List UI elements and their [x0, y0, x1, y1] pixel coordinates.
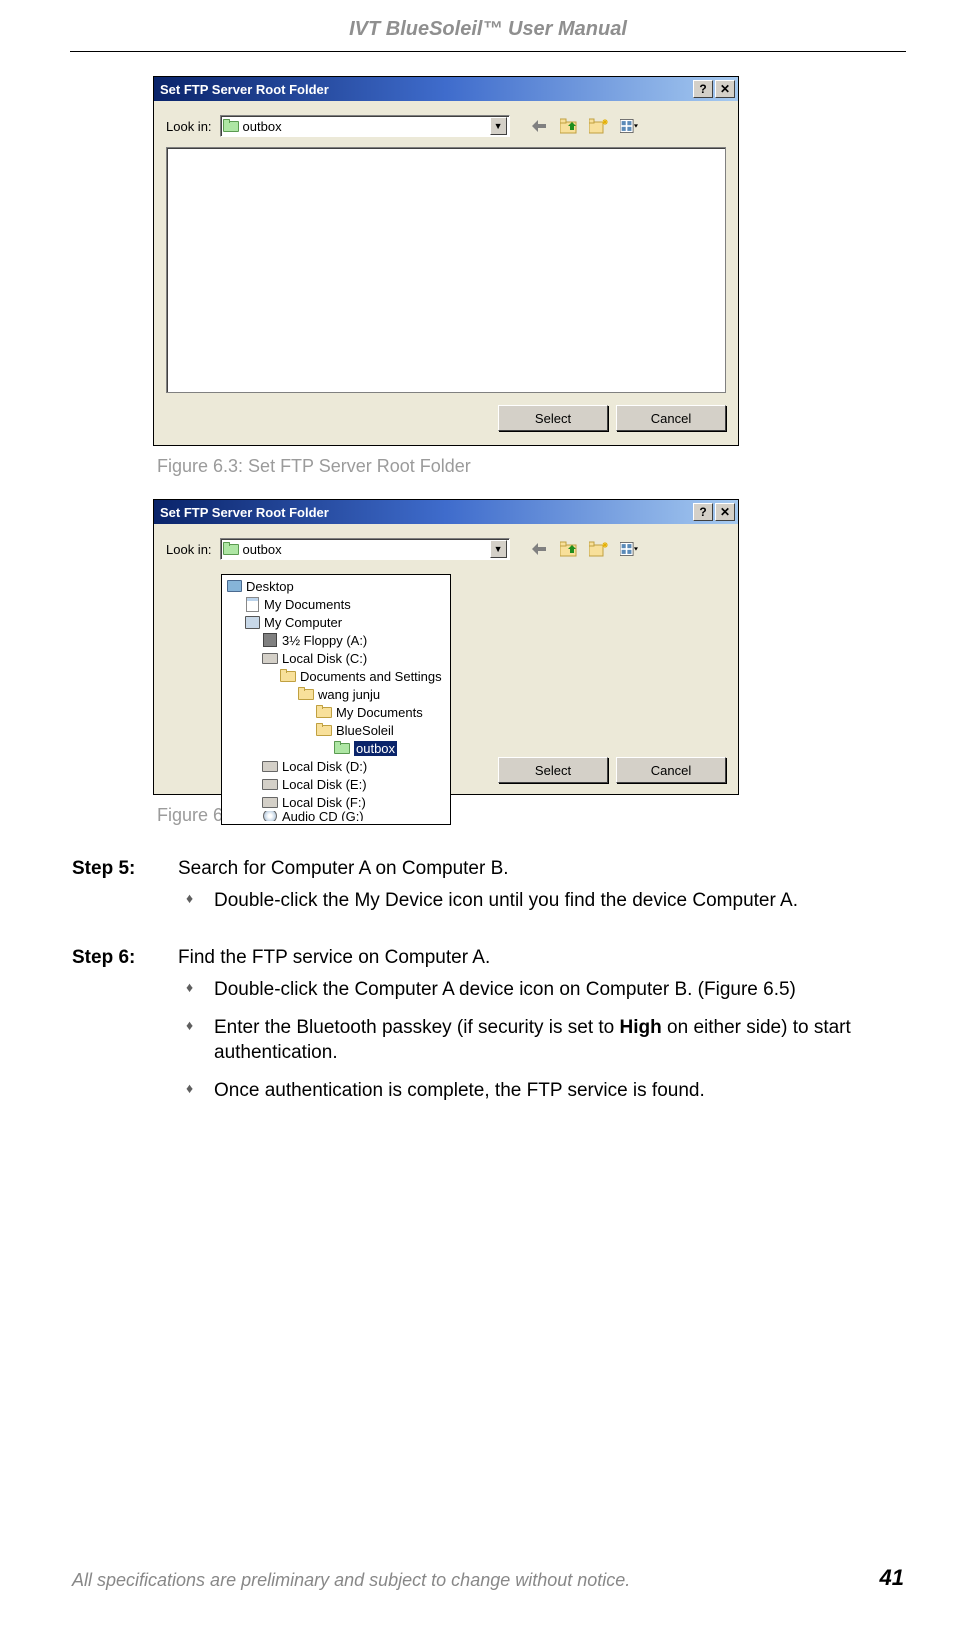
- tree-item-outbox[interactable]: outbox: [222, 739, 450, 757]
- figure-6-3-caption: Figure 6.3: Set FTP Server Root Folder: [157, 456, 976, 477]
- step-6-bullet-3: Once authentication is complete, the FTP…: [178, 1078, 904, 1104]
- cancel-button[interactable]: Cancel: [616, 405, 726, 431]
- new-folder-icon[interactable]: [588, 538, 610, 560]
- footer-text: All specifications are preliminary and s…: [72, 1570, 630, 1591]
- titlebar: Set FTP Server Root Folder ? ✕: [154, 77, 738, 101]
- step-5-bullet-1: Double-click the My Device icon until yo…: [178, 888, 904, 914]
- close-button[interactable]: ✕: [715, 80, 735, 98]
- step-5-text: Search for Computer A on Computer B.: [178, 856, 904, 882]
- view-menu-icon[interactable]: [618, 538, 640, 560]
- figure-6-4-dialog: Set FTP Server Root Folder ? ✕ Look in: …: [153, 499, 739, 795]
- step-5-label: Step 5:: [72, 856, 178, 941]
- cancel-button[interactable]: Cancel: [616, 757, 726, 783]
- tree-item-drive-c[interactable]: Local Disk (C:): [222, 649, 450, 667]
- folder-open-icon: [334, 741, 350, 755]
- tree-item-bluesoleil[interactable]: BlueSoleil: [222, 721, 450, 739]
- tree-item-my-documents[interactable]: My Documents: [222, 595, 450, 613]
- tree-item-drive-d[interactable]: Local Disk (D:): [222, 757, 450, 775]
- up-folder-icon[interactable]: [558, 538, 580, 560]
- drive-icon: [262, 794, 278, 810]
- tree-item-my-documents-2[interactable]: My Documents: [222, 703, 450, 721]
- view-menu-icon[interactable]: [618, 115, 640, 137]
- folder-icon: [298, 687, 314, 701]
- titlebar-text: Set FTP Server Root Folder: [160, 505, 329, 520]
- combo-value: outbox: [239, 542, 282, 557]
- chevron-down-icon[interactable]: ▼: [490, 540, 507, 558]
- help-button[interactable]: ?: [693, 503, 713, 521]
- drive-icon: [262, 758, 278, 774]
- page-number: 41: [880, 1565, 904, 1591]
- folder-tree-dropdown[interactable]: Desktop My Documents My Computer 3½ Flop…: [221, 574, 451, 825]
- tree-item-docs-settings[interactable]: Documents and Settings: [222, 667, 450, 685]
- step-6-bullet-2: Enter the Bluetooth passkey (if security…: [178, 1015, 904, 1066]
- look-in-label: Look in:: [166, 542, 212, 557]
- look-in-combo[interactable]: outbox ▼: [220, 115, 510, 137]
- drive-icon: [262, 650, 278, 666]
- tree-item-drive-f[interactable]: Local Disk (F:): [222, 793, 450, 811]
- close-button[interactable]: ✕: [715, 503, 735, 521]
- step-6-text: Find the FTP service on Computer A.: [178, 945, 904, 971]
- tree-item-wang-junju[interactable]: wang junju: [222, 685, 450, 703]
- new-folder-icon[interactable]: [588, 115, 610, 137]
- titlebar: Set FTP Server Root Folder ? ✕: [154, 500, 738, 524]
- folder-icon: [316, 723, 332, 737]
- file-list-area[interactable]: [166, 147, 726, 393]
- folder-icon: [316, 705, 332, 719]
- combo-value: outbox: [239, 119, 282, 134]
- look-in-label: Look in:: [166, 119, 212, 134]
- documents-icon: [244, 596, 260, 612]
- instruction-text: Step 5: Search for Computer A on Compute…: [72, 856, 904, 1131]
- tree-item-desktop[interactable]: Desktop: [222, 577, 450, 595]
- titlebar-text: Set FTP Server Root Folder: [160, 82, 329, 97]
- chevron-down-icon[interactable]: ▼: [490, 117, 507, 135]
- header-rule: [70, 51, 906, 52]
- step-6-label: Step 6:: [72, 945, 178, 1131]
- drive-icon: [262, 776, 278, 792]
- tree-item-my-computer[interactable]: My Computer: [222, 613, 450, 631]
- folder-open-icon: [223, 542, 239, 556]
- step-6-bullet-1: Double-click the Computer A device icon …: [178, 977, 904, 1003]
- doc-header: IVT BlueSoleil™ User Manual: [0, 0, 976, 41]
- help-button[interactable]: ?: [693, 80, 713, 98]
- back-icon[interactable]: [528, 538, 550, 560]
- look-in-combo[interactable]: outbox ▼: [220, 538, 510, 560]
- up-folder-icon[interactable]: [558, 115, 580, 137]
- floppy-icon: [262, 632, 278, 648]
- desktop-icon: [226, 578, 242, 594]
- tree-item-audio-cd[interactable]: Audio CD (G:): [222, 811, 450, 821]
- computer-icon: [244, 614, 260, 630]
- folder-icon: [280, 669, 296, 683]
- select-button[interactable]: Select: [498, 405, 608, 431]
- figure-6-3-dialog: Set FTP Server Root Folder ? ✕ Look in: …: [153, 76, 739, 446]
- tree-item-floppy-a[interactable]: 3½ Floppy (A:): [222, 631, 450, 649]
- cd-icon: [262, 811, 278, 821]
- tree-item-drive-e[interactable]: Local Disk (E:): [222, 775, 450, 793]
- select-button[interactable]: Select: [498, 757, 608, 783]
- folder-open-icon: [223, 119, 239, 133]
- back-icon[interactable]: [528, 115, 550, 137]
